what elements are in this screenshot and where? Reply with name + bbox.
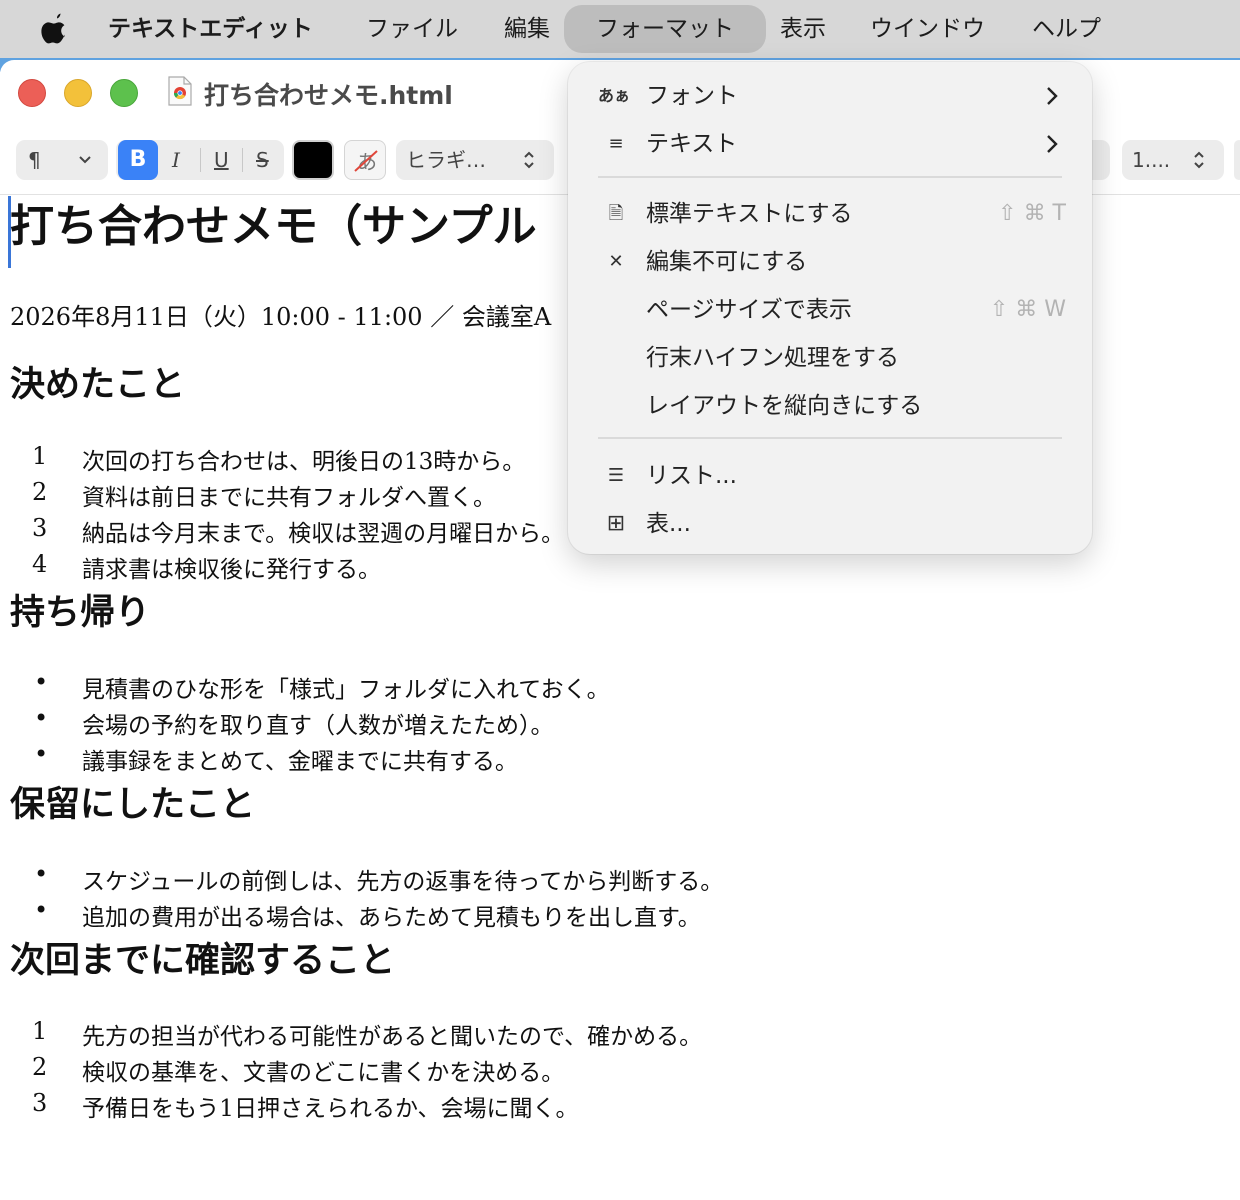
apple-logo-icon[interactable] (40, 12, 70, 44)
menu-view[interactable]: 表示 (780, 0, 826, 58)
menu-window[interactable]: ウインドウ (870, 0, 985, 58)
menu-item-font[interactable]: あぁ フォント (568, 74, 1092, 118)
section-heading[interactable]: 持ち帰り (10, 584, 150, 635)
list-bullet: • (34, 896, 49, 924)
menu-item-hyphenation[interactable]: 行末ハイフン処理をする (568, 336, 1092, 380)
menu-item-make-read-only[interactable]: ✕ 編集不可にする (568, 240, 1092, 284)
menu-shortcut: ⇧ ⌘ W (989, 297, 1066, 322)
list-icon: ☰ (607, 465, 625, 486)
chrome-html-document-icon (168, 76, 192, 106)
paragraph-icon: ¶ (28, 148, 41, 172)
menu-item-label: 行末ハイフン処理をする (646, 345, 899, 371)
underline-button[interactable]: U (214, 140, 229, 180)
up-down-chevron-icon (1194, 151, 1204, 169)
menu-item-label: 表... (646, 511, 691, 537)
menu-item-text[interactable]: ≡ テキスト (568, 122, 1092, 166)
font-size-popup[interactable]: 1.... (1122, 140, 1224, 180)
list-item[interactable]: 先方の担当が代わる可能性があると聞いたので、確かめる。 (82, 1017, 702, 1051)
menu-item-wrap-to-page[interactable]: ページサイズで表示 ⇧ ⌘ W (568, 288, 1092, 332)
paragraph-style-popup[interactable]: ¶ (16, 140, 108, 180)
menu-shortcut: ⇧ ⌘ T (998, 201, 1066, 226)
format-menu: あぁ フォント ≡ テキスト 🗎 標準テキストにする ⇧ ⌘ T ✕ 編集不可に… (568, 62, 1092, 554)
lock-edit-icon: ✕ (608, 251, 624, 272)
section-heading[interactable]: 保留にしたこと (10, 776, 255, 827)
font-family-popup[interactable]: ヒラギ… (396, 140, 554, 180)
menu-item-plain-text[interactable]: 🗎 標準テキストにする ⇧ ⌘ T (568, 192, 1092, 236)
font-size-value: 1.... (1132, 148, 1171, 172)
menu-separator (598, 437, 1062, 439)
menu-item-label: テキスト (646, 131, 738, 157)
up-down-chevron-icon (524, 151, 534, 169)
font-icon: あぁ (597, 86, 630, 105)
toolbar-control[interactable] (1234, 140, 1240, 180)
list-number: 2 (32, 478, 48, 506)
list-item[interactable]: 請求書は検収後に発行する。 (82, 550, 381, 584)
strikethrough-button[interactable]: S (256, 140, 269, 180)
text-align-icon: ≡ (608, 133, 624, 154)
menu-separator (598, 176, 1062, 178)
toolbar-divider (200, 148, 201, 172)
italic-button[interactable]: I (172, 140, 180, 180)
list-item[interactable]: 議事録をまとめて、金曜までに共有する。 (82, 742, 518, 776)
menu-item-label: ページサイズで表示 (646, 297, 852, 323)
window-title: 打ち合わせメモ.html (204, 81, 453, 110)
list-bullet: • (34, 704, 49, 732)
bold-button[interactable]: B (118, 140, 158, 180)
list-item[interactable]: 次回の打ち合わせは、明後日の13時から。 (82, 442, 525, 476)
list-bullet: • (34, 668, 49, 696)
list-item[interactable]: 資料は前日までに共有フォルダへ置く。 (82, 478, 496, 512)
menu-item-label: フォント (646, 83, 738, 109)
list-bullet: • (34, 740, 49, 768)
document-title[interactable]: 打ち合わせメモ（サンプル (10, 190, 537, 254)
list-item[interactable]: スケジュールの前倒しは、先方の返事を待ってから判断する。 (82, 862, 723, 896)
list-item[interactable]: 予備日をもう1日押さえられるか、会場に聞く。 (82, 1089, 578, 1123)
toolbar-divider (242, 148, 243, 172)
list-number: 3 (32, 1089, 48, 1117)
font-family-value: ヒラギ… (406, 148, 486, 172)
menu-help[interactable]: ヘルプ (1032, 0, 1101, 58)
list-number: 1 (32, 442, 48, 470)
menu-file[interactable]: ファイル (366, 0, 458, 58)
list-item[interactable]: 追加の費用が出る場合は、あらためて見積もりを出し直す。 (82, 898, 701, 932)
list-number: 2 (32, 1053, 48, 1081)
chevron-down-icon (79, 156, 91, 164)
chevron-right-icon (1047, 135, 1058, 153)
menu-edit[interactable]: 編集 (504, 0, 550, 58)
list-number: 1 (32, 1017, 48, 1045)
menu-item-label: レイアウトを縦向きにする (646, 393, 923, 419)
meeting-meta[interactable]: 2026年8月11日（火）10:00 - 11:00 ／ 会議室A (10, 297, 551, 332)
menu-item-label: リスト... (646, 463, 737, 489)
document-icon: 🗎 (608, 203, 624, 224)
zoom-window-button[interactable] (110, 79, 138, 107)
list-bullet: • (34, 860, 49, 888)
menu-item-label: 編集不可にする (646, 249, 808, 275)
table-icon: ⊞ (606, 511, 626, 536)
menu-app-name[interactable]: テキストエディット (108, 0, 313, 58)
menu-item-list[interactable]: ☰ リスト... (568, 454, 1092, 498)
menu-item-label: 標準テキストにする (646, 201, 853, 227)
close-window-button[interactable] (18, 79, 46, 107)
list-number: 4 (32, 550, 48, 578)
section-heading[interactable]: 次回までに確認すること (10, 932, 395, 983)
menu-bar: テキストエディット ファイル 編集 フォーマット 表示 ウインドウ ヘルプ (0, 0, 1240, 58)
list-item[interactable]: 見積書のひな形を「様式」フォルダに入れておく。 (82, 670, 610, 704)
minimize-window-button[interactable] (64, 79, 92, 107)
no-highlight-icon: あ (354, 150, 378, 174)
list-item[interactable]: 会場の予約を取り直す（人数が増えたため）。 (82, 706, 554, 740)
list-item[interactable]: 検収の基準を、文書のどこに書くかを決める。 (82, 1053, 564, 1087)
highlight-color-button[interactable]: あ (344, 140, 386, 180)
chevron-right-icon (1047, 87, 1058, 105)
list-item[interactable]: 納品は今月末まで。検収は翌週の月曜日から。 (82, 514, 564, 548)
menu-format[interactable]: フォーマット (564, 5, 766, 53)
section-heading[interactable]: 決めたこと (10, 356, 185, 407)
menu-item-table[interactable]: ⊞ 表... (568, 502, 1092, 546)
menu-item-vertical-layout[interactable]: レイアウトを縦向きにする (568, 384, 1092, 428)
text-color-well[interactable] (292, 140, 334, 180)
list-number: 3 (32, 514, 48, 542)
